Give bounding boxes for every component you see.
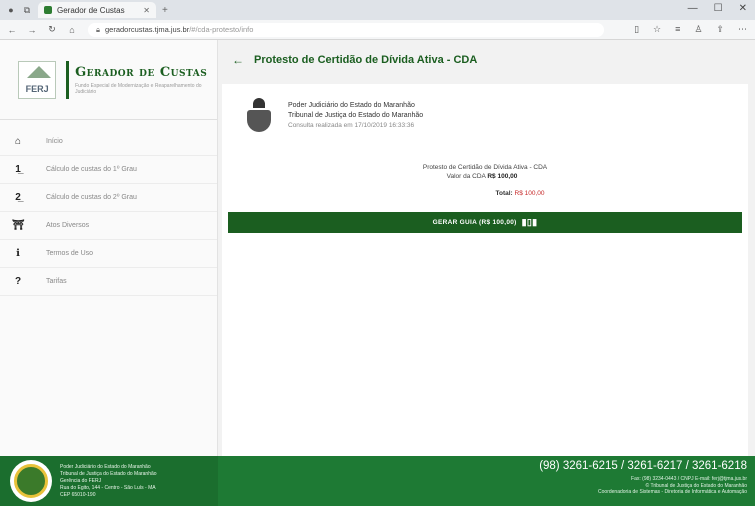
certificate-header: Poder Judiciário do Estado do Maranhão T… <box>222 84 748 134</box>
address-bar-row: ← → ↻ ⌂ 🔒︎ geradorcustas.tjma.jus.br /#/… <box>0 20 755 40</box>
new-tab-icon[interactable]: + <box>162 5 168 16</box>
sidebar-item-label: Tarifas <box>46 278 67 285</box>
minimize-icon[interactable]: — <box>688 3 698 14</box>
reader-icon[interactable]: ▯ <box>634 24 639 35</box>
home-nav-icon[interactable]: ⌂ <box>64 25 80 35</box>
main-content: ← Protesto de Certidão de Dívida Ativa -… <box>218 40 755 456</box>
maximize-icon[interactable]: ☐ <box>714 3 723 14</box>
browser-toolbar: ▯ ☆ ≡ ♙ ⇪ ⋯ <box>634 24 747 35</box>
summary-item: Protesto de Certidão de Dívida Ativa - C… <box>422 164 548 171</box>
barcode-icon: ▮▯▮ <box>521 217 538 227</box>
sidebar-item-label: Atos Diversos <box>46 222 90 229</box>
info-icon: ℹ <box>16 248 20 259</box>
certificate-lines: Poder Judiciário do Estado do Maranhão T… <box>288 101 423 131</box>
favicon-icon <box>44 6 52 14</box>
page-title: Protesto de Certidão de Dívida Ativa - C… <box>254 54 478 66</box>
browser-menu-icon[interactable]: ● <box>6 5 16 15</box>
footer-line: Poder Judiciário do Estado do Maranhão <box>60 463 151 470</box>
footer-phones: (98) 3261-6215 / 3261-6217 / 3261-6218 <box>539 460 747 472</box>
footer-line: CEP 65010-190 <box>60 491 96 498</box>
brand[interactable]: FERJ Gerador de Custas Fundo Especial de… <box>0 40 217 120</box>
footer-address: Poder Judiciário do Estado do Maranhão T… <box>60 464 157 499</box>
summary-value: Valor da CDA R$ 100,00 <box>216 172 748 181</box>
cert-line-3: Consulta realizada em 17/10/2019 16:33:3… <box>288 122 415 129</box>
window-controls: — ☐ ✕ <box>688 3 747 14</box>
generate-guide-button[interactable]: GERAR GUIA (R$ 100,00) ▮▯▮ <box>228 212 742 233</box>
help-icon: ? <box>14 276 22 287</box>
footer-line: Gerência do FERJ <box>60 477 102 484</box>
ferj-logo: FERJ <box>18 60 57 99</box>
url-path: /#/cda-protesto/info <box>189 25 254 34</box>
favorite-star-icon[interactable]: ☆ <box>653 24 661 35</box>
total-label: Total: <box>495 190 513 197</box>
sidebar-item-inicio[interactable]: ⌂ Início <box>0 128 217 156</box>
cost-summary: Protesto de Certidão de Dívida Ativa - C… <box>222 163 748 197</box>
page-header: ← Protesto de Certidão de Dívida Ativa -… <box>218 40 755 80</box>
back-arrow-icon[interactable]: ← <box>232 53 244 67</box>
sidebar-item-label: Termos de Uso <box>46 250 94 257</box>
result-card: Poder Judiciário do Estado do Maranhão T… <box>222 84 748 456</box>
cert-line-2: Tribunal de Justiça do Estado do Maranhã… <box>288 112 424 119</box>
tribunal-seal-icon <box>10 460 52 502</box>
sidebar-item-tarifas[interactable]: ? Tarifas <box>0 268 217 296</box>
footer-institution: Poder Judiciário do Estado do Maranhão T… <box>0 456 218 506</box>
url-field[interactable]: 🔒︎ geradorcustas.tjma.jus.br /#/cda-prot… <box>88 22 604 37</box>
footer-line: Rua do Egito, 144 - Centro - São Luís - … <box>60 484 156 491</box>
summary-value-label: Valor da CDA <box>446 173 486 180</box>
profile-icon[interactable]: ♙ <box>694 24 702 35</box>
tab-title: Gerador de Custas <box>57 5 125 15</box>
close-tab-icon[interactable]: ✕ <box>143 6 150 15</box>
summary-total: Total: R$ 100,00 <box>292 190 748 197</box>
footer-credits[interactable]: Coordenadoria de Sistemas - Diretoria de… <box>539 489 747 496</box>
footer-contact: (98) 3261-6215 / 3261-6217 / 3261-6218 F… <box>539 460 747 496</box>
bank-icon: ⛩ <box>12 220 25 231</box>
sidebar-item-atos-diversos[interactable]: ⛩ Atos Diversos <box>0 212 217 240</box>
brand-text: Gerador de Custas Fundo Especial de Mode… <box>75 65 217 95</box>
collections-icon[interactable]: ≡ <box>675 24 680 35</box>
brand-title: Gerador de Custas <box>75 64 208 80</box>
browser-tabbar: ● ⧉ Gerador de Custas ✕ + — ☐ ✕ <box>0 0 755 20</box>
tab-actions-icon[interactable]: ⧉ <box>22 5 32 15</box>
sidebar-item-label: Cálculo de custas do 2º Grau <box>46 194 137 201</box>
reload-icon[interactable]: ↻ <box>44 24 60 35</box>
more-icon[interactable]: ⋯ <box>738 24 747 35</box>
sidebar-item-primeiro-grau[interactable]: 1̲ Cálculo de custas do 1º Grau <box>0 156 217 184</box>
second-instance-icon: 2̲ <box>15 192 21 203</box>
summary-value-amount: R$ 100,00 <box>487 173 518 180</box>
sidebar: FERJ Gerador de Custas Fundo Especial de… <box>0 40 218 456</box>
brand-divider <box>66 60 70 99</box>
home-icon: ⌂ <box>14 136 22 147</box>
cert-line-1: Poder Judiciário do Estado do Maranhão <box>288 102 415 109</box>
footer: Poder Judiciário do Estado do Maranhão T… <box>0 456 755 506</box>
share-icon[interactable]: ⇪ <box>716 24 724 35</box>
generate-guide-label: GERAR GUIA (R$ 100,00) <box>432 219 517 226</box>
close-window-icon[interactable]: ✕ <box>739 3 747 14</box>
sidebar-item-segundo-grau[interactable]: 2̲ Cálculo de custas do 2º Grau <box>0 184 217 212</box>
forward-nav-icon[interactable]: → <box>24 25 40 35</box>
sidebar-item-label: Início <box>46 138 63 145</box>
sidebar-menu: ⌂ Início 1̲ Cálculo de custas do 1º Grau… <box>0 120 217 296</box>
state-crest-icon <box>244 98 274 134</box>
browser-tab[interactable]: Gerador de Custas ✕ <box>38 2 156 18</box>
url-host: geradorcustas.tjma.jus.br <box>105 25 190 34</box>
brand-subtitle: Fundo Especial de Modernização e Reapare… <box>75 82 202 95</box>
footer-line: Tribunal de Justiça do Estado do Maranhã… <box>60 470 157 477</box>
lock-icon: 🔒︎ <box>96 24 100 34</box>
sidebar-item-label: Cálculo de custas do 1º Grau <box>46 166 137 173</box>
back-nav-icon[interactable]: ← <box>4 25 20 35</box>
sidebar-item-termos[interactable]: ℹ Termos de Uso <box>0 240 217 268</box>
first-instance-icon: 1̲ <box>15 164 21 175</box>
total-amount: R$ 100,00 <box>514 190 545 197</box>
